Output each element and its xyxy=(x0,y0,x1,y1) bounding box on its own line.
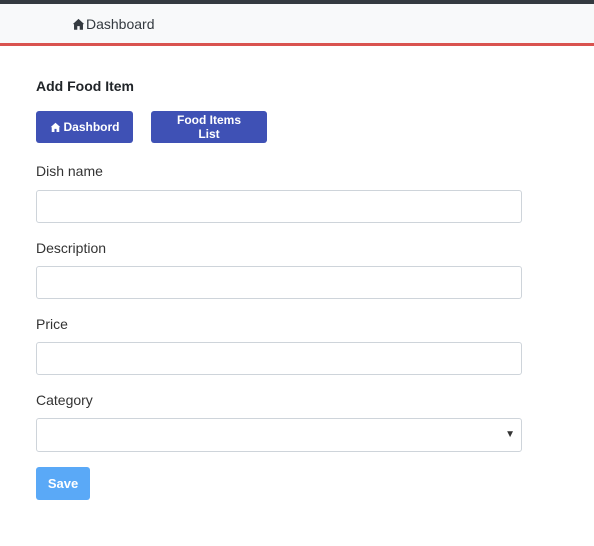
category-label: Category xyxy=(36,392,93,408)
main-content: Add Food Item Dashbord Food Items List D… xyxy=(36,78,522,500)
caret-down-icon: ▼ xyxy=(505,429,515,440)
description-input[interactable] xyxy=(36,266,522,299)
dish-name-label: Dish name xyxy=(36,163,103,179)
description-label: Description xyxy=(36,240,107,256)
home-icon xyxy=(50,122,64,133)
breadcrumb-label: Dashboard xyxy=(86,16,155,32)
home-icon xyxy=(72,18,85,31)
price-input[interactable] xyxy=(36,342,522,375)
food-items-list-button[interactable]: Food Items List xyxy=(151,111,267,143)
dish-name-input[interactable] xyxy=(36,190,522,223)
page-title: Add Food Item xyxy=(36,78,134,94)
dashboard-button-label: Dashbord xyxy=(63,120,120,134)
dashboard-button[interactable]: Dashbord xyxy=(36,111,133,143)
price-label: Price xyxy=(36,316,68,332)
action-buttons: Dashbord Food Items List xyxy=(36,111,267,143)
category-select[interactable]: ▼ xyxy=(36,418,522,452)
navbar: Dashboard xyxy=(0,4,594,46)
breadcrumb-dashboard[interactable]: Dashboard xyxy=(72,16,155,32)
save-button[interactable]: Save xyxy=(36,467,90,500)
